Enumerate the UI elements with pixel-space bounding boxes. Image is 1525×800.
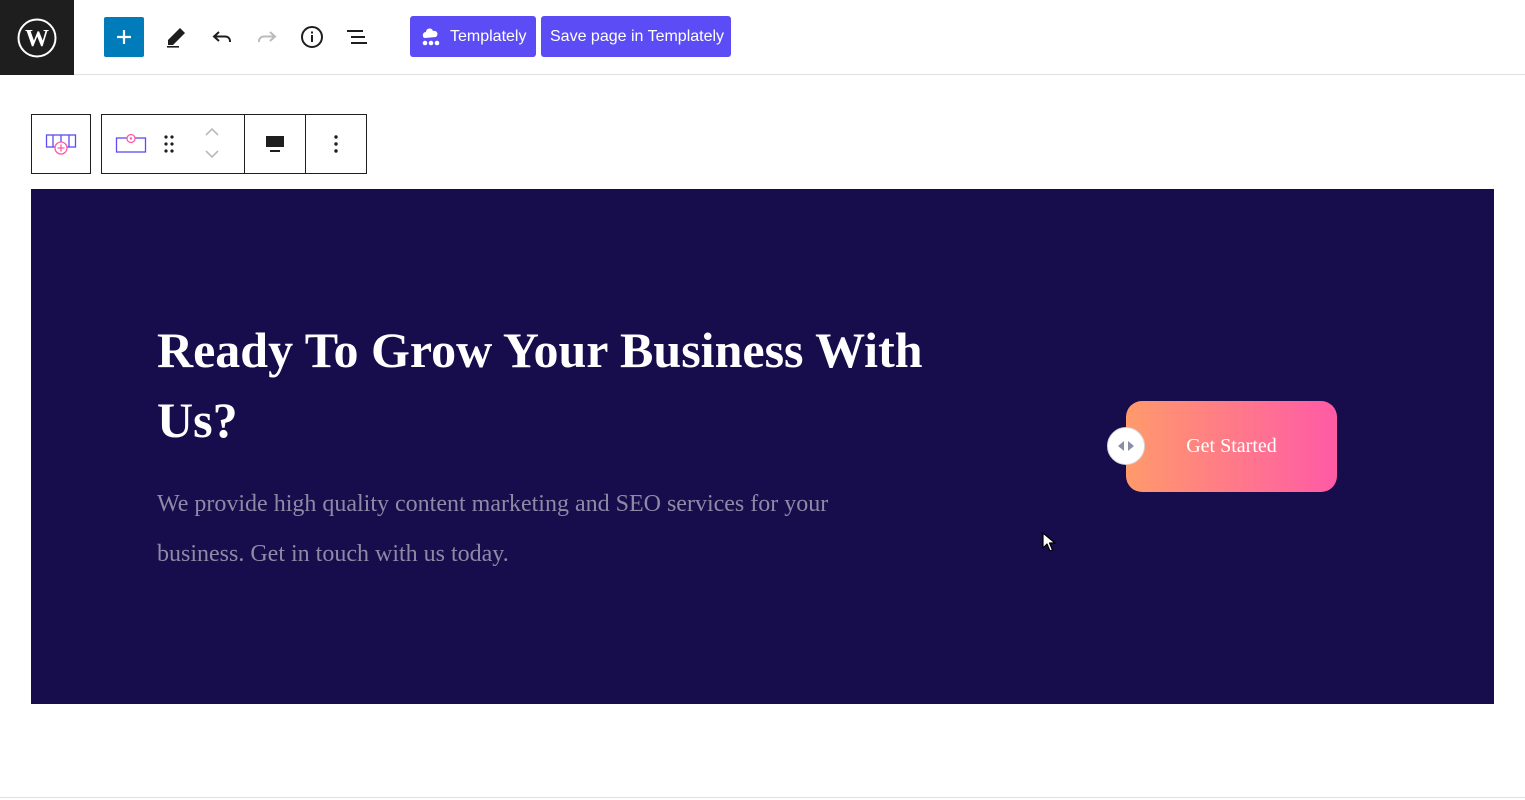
container-block-icon [115, 133, 147, 153]
undo-icon [212, 31, 231, 42]
more-vertical-icon [334, 135, 338, 153]
chevron-down-icon [205, 150, 219, 159]
wordpress-icon: W [17, 18, 57, 57]
mouse-cursor-icon [1042, 532, 1056, 552]
redo-icon [258, 31, 277, 42]
details-button[interactable] [292, 17, 332, 57]
block-toolbar [101, 114, 367, 174]
banner-description[interactable]: We provide high quality content marketin… [157, 479, 917, 579]
more-options-button[interactable] [306, 115, 366, 173]
block-parent-selector[interactable] [31, 114, 91, 174]
undo-button[interactable] [202, 17, 242, 57]
resize-handle[interactable] [1107, 427, 1145, 465]
align-full-width-icon [266, 136, 284, 152]
add-block-button[interactable] [104, 17, 144, 57]
banner-heading[interactable]: Ready To Grow Your Business With Us? [157, 315, 957, 455]
redo-button[interactable] [247, 17, 287, 57]
get-started-button[interactable]: Get Started [1126, 401, 1337, 492]
templately-label: Templately [450, 27, 527, 45]
list-view-button[interactable] [337, 17, 377, 57]
svg-text:W: W [25, 26, 49, 52]
save-in-templately-button[interactable]: Save page in Templately [541, 16, 731, 57]
cta-banner-section[interactable]: Ready To Grow Your Business With Us? We … [31, 189, 1494, 704]
pencil-icon [167, 28, 185, 48]
templately-icon [418, 24, 444, 50]
align-button[interactable] [245, 115, 305, 173]
templately-button[interactable]: Templately [410, 16, 536, 57]
footer-divider [0, 797, 1525, 798]
tools-button[interactable] [156, 17, 196, 57]
parent-block-button[interactable] [32, 115, 90, 173]
list-view-icon [347, 30, 367, 44]
chevron-up-icon [205, 127, 219, 136]
resize-arrows-icon [1118, 441, 1134, 451]
drag-handle[interactable] [158, 115, 180, 173]
editor-header: W Templately Save page in Templately [0, 0, 1525, 75]
wordpress-logo-button[interactable]: W [0, 0, 74, 75]
get-started-label: Get Started [1186, 435, 1277, 457]
plus-icon [117, 30, 131, 44]
save-in-templately-label: Save page in Templately [550, 27, 725, 45]
drag-handle-icon [164, 135, 174, 153]
move-up-button[interactable] [198, 121, 226, 143]
block-type-button[interactable] [102, 115, 160, 173]
info-icon [301, 26, 323, 48]
section-block-icon [45, 134, 77, 155]
move-down-button[interactable] [198, 143, 226, 165]
